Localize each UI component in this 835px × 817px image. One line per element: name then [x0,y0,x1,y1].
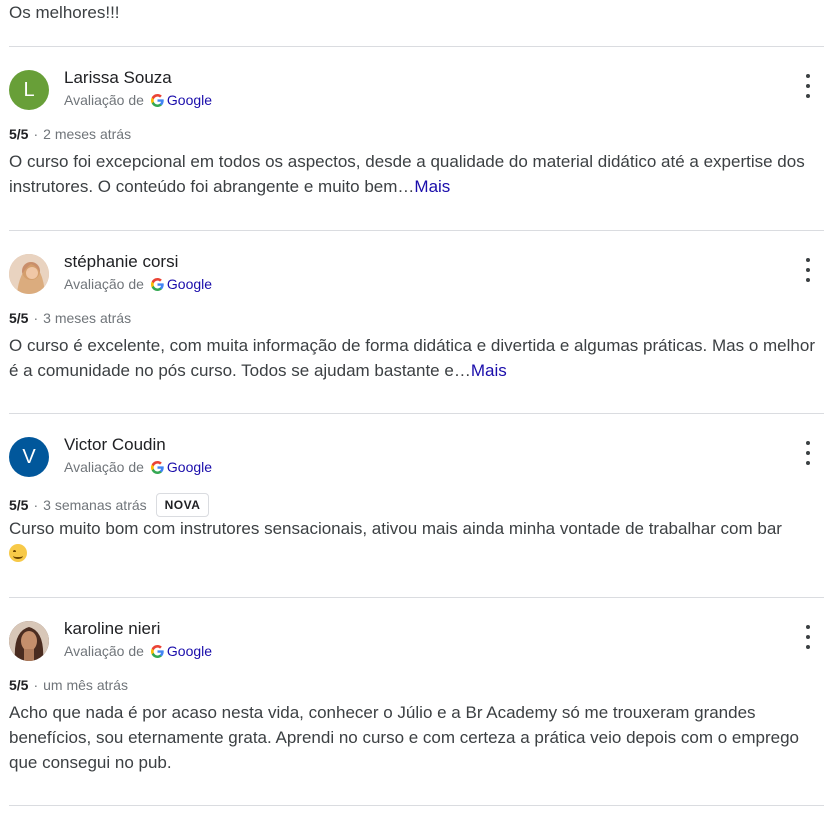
rating: 5/5 [9,310,29,326]
source-name[interactable]: Google [167,276,212,292]
source-prefix: Avaliação de [64,92,144,108]
avatar-letter: L [23,78,35,101]
review-time: um mês atrás [43,677,128,693]
dot-icon [806,625,810,629]
separator: · [33,497,39,513]
review-body: O curso é excelente, com muita informaçã… [9,336,815,380]
source-prefix: Avaliação de [64,459,144,475]
review-card: stéphanie corsi Avaliação de Google 5/5 … [0,230,835,405]
dot-icon [806,278,810,282]
google-icon [150,644,164,658]
review-time: 3 meses atrás [43,310,132,326]
rating: 5/5 [9,497,29,513]
divider [9,805,824,806]
review-card: L Larissa Souza Avaliação de Google 5/5 … [0,46,835,221]
avatar[interactable]: L [9,70,49,110]
source-prefix: Avaliação de [64,276,144,292]
google-icon [150,460,164,474]
separator: · [33,126,39,142]
review-text: O curso foi excepcional em todos os aspe… [9,149,819,199]
dot-icon [806,645,810,649]
rating: 5/5 [9,126,29,142]
review-text: Acho que nada é por acaso nesta vida, co… [9,700,819,775]
reviewer-name[interactable]: stéphanie corsi [64,252,178,272]
source-prefix: Avaliação de [64,643,144,659]
more-options-button[interactable] [800,441,816,465]
review-meta: 5/5 · um mês atrás [9,677,128,693]
review-body: Curso muito bom com instrutores sensacio… [9,519,782,538]
review-meta: 5/5 · 3 semanas atrás NOVA [9,493,210,517]
review-time: 3 semanas atrás [43,497,147,513]
review-time: 2 meses atrás [43,126,132,142]
dot-icon [806,461,810,465]
new-badge: NOVA [155,493,210,517]
source-name[interactable]: Google [167,643,212,659]
dot-icon [806,94,810,98]
reviewer-name[interactable]: Victor Coudin [64,435,166,455]
dot-icon [806,74,810,78]
reviewer-name[interactable]: Larissa Souza [64,68,172,88]
more-link[interactable]: Mais [414,177,450,196]
google-icon [150,277,164,291]
review-meta: 5/5 · 3 meses atrás [9,310,131,326]
review-body: Acho que nada é por acaso nesta vida, co… [9,703,800,772]
dot-icon [806,258,810,262]
google-icon [150,93,164,107]
profile-photo-icon [9,254,49,294]
avatar-letter: V [22,445,36,468]
more-link[interactable]: Mais [471,361,507,380]
review-body: O curso foi excepcional em todos os aspe… [9,152,805,196]
separator: · [33,310,39,326]
reviewer-name[interactable]: karoline nieri [64,619,160,639]
avatar[interactable] [9,621,49,661]
dot-icon [806,441,810,445]
previous-review-text: Os melhores!!! [9,3,120,22]
review-text: O curso é excelente, com muita informaçã… [9,333,819,383]
review-source: Avaliação de Google [64,92,212,108]
review-source: Avaliação de Google [64,276,212,292]
profile-photo-icon [9,621,49,661]
source-name[interactable]: Google [167,92,212,108]
more-options-button[interactable] [800,74,816,98]
source-name[interactable]: Google [167,459,212,475]
review-card: V Victor Coudin Avaliação de Google 5/5 … [0,413,835,588]
more-options-button[interactable] [800,258,816,282]
review-meta: 5/5 · 2 meses atrás [9,126,131,142]
separator: · [33,677,39,693]
review-card: karoline nieri Avaliação de Google 5/5 ·… [0,597,835,772]
smiling-face-emoji-icon [9,544,27,562]
review-source: Avaliação de Google [64,459,212,475]
dot-icon [806,268,810,272]
more-options-button[interactable] [800,625,816,649]
review-text: Curso muito bom com instrutores sensacio… [9,516,819,566]
avatar[interactable] [9,254,49,294]
avatar[interactable]: V [9,437,49,477]
dot-icon [806,635,810,639]
review-source: Avaliação de Google [64,643,212,659]
dot-icon [806,451,810,455]
dot-icon [806,84,810,88]
rating: 5/5 [9,677,29,693]
